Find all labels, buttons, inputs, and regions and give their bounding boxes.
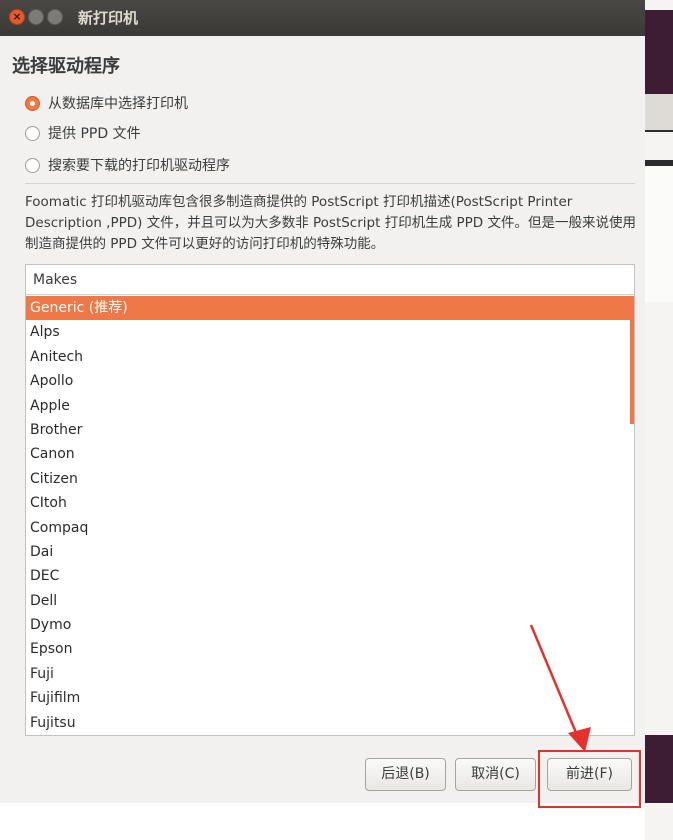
- close-icon[interactable]: ×: [9, 9, 25, 25]
- close-glyph: ×: [12, 10, 22, 23]
- maximize-icon[interactable]: [47, 9, 63, 25]
- background-window-strip: [645, 130, 673, 132]
- list-item[interactable]: Dai: [26, 540, 634, 564]
- radio-unchecked-icon[interactable]: [25, 157, 40, 173]
- list-item[interactable]: Alps: [26, 320, 634, 344]
- list-item[interactable]: Fuji: [26, 662, 634, 686]
- option-label: 提供 PPD 文件: [48, 126, 141, 142]
- makes-list-body[interactable]: Generic (推荐) Alps Anitech Apollo Apple B…: [26, 296, 634, 735]
- list-scrollbar[interactable]: [630, 296, 634, 424]
- option-provide-ppd-file[interactable]: 提供 PPD 文件: [25, 122, 141, 144]
- option-search-driver-download[interactable]: 搜索要下载的打印机驱动程序: [25, 154, 230, 176]
- list-item[interactable]: Anitech: [26, 345, 634, 369]
- list-item[interactable]: Brother: [26, 418, 634, 442]
- list-item[interactable]: Canon: [26, 442, 634, 466]
- list-item[interactable]: Apollo: [26, 369, 634, 393]
- desktop-background: [645, 0, 673, 840]
- list-item[interactable]: Citizen: [26, 467, 634, 491]
- makes-list[interactable]: Makes Generic (推荐) Alps Anitech Apollo A…: [25, 264, 635, 736]
- list-item[interactable]: DEC: [26, 564, 634, 588]
- list-item[interactable]: Compaq: [26, 516, 634, 540]
- radio-checked-icon[interactable]: [25, 95, 40, 111]
- background-window-strip: [645, 10, 673, 94]
- window-title: 新打印机: [78, 9, 139, 27]
- radio-unchecked-icon[interactable]: [25, 125, 40, 141]
- list-item[interactable]: Epson: [26, 637, 634, 661]
- list-item[interactable]: Dell: [26, 589, 634, 613]
- back-button[interactable]: 后退(B): [365, 758, 446, 791]
- list-item[interactable]: CItoh: [26, 491, 634, 515]
- divider: [25, 183, 635, 184]
- option-label: 从数据库中选择打印机: [48, 96, 188, 112]
- new-printer-dialog: × 新打印机 选择驱动程序 从数据库中选择打印机 提供 PPD 文件 搜索要下载…: [0, 0, 645, 803]
- option-select-from-database[interactable]: 从数据库中选择打印机: [25, 92, 188, 114]
- background-window-strip: [645, 166, 673, 302]
- list-item[interactable]: Dymo: [26, 613, 634, 637]
- background-window-strip: [645, 735, 673, 803]
- cancel-button[interactable]: 取消(C): [455, 758, 536, 791]
- list-item[interactable]: Fujifilm: [26, 686, 634, 710]
- makes-column-header[interactable]: Makes: [26, 265, 634, 295]
- description-text: Foomatic 打印机驱动库包含很多制造商提供的 PostScript 打印机…: [25, 194, 636, 252]
- list-item[interactable]: Apple: [26, 394, 634, 418]
- page-heading: 选择驱动程序: [12, 56, 120, 77]
- background-window-strip: [645, 94, 673, 130]
- list-item[interactable]: Fujitsu: [26, 711, 634, 735]
- forward-button[interactable]: 前进(F): [547, 758, 632, 791]
- option-label: 搜索要下载的打印机驱动程序: [48, 158, 230, 174]
- list-item[interactable]: Generic (推荐): [26, 296, 634, 321]
- minimize-icon[interactable]: [28, 9, 44, 25]
- title-bar[interactable]: × 新打印机: [0, 0, 645, 36]
